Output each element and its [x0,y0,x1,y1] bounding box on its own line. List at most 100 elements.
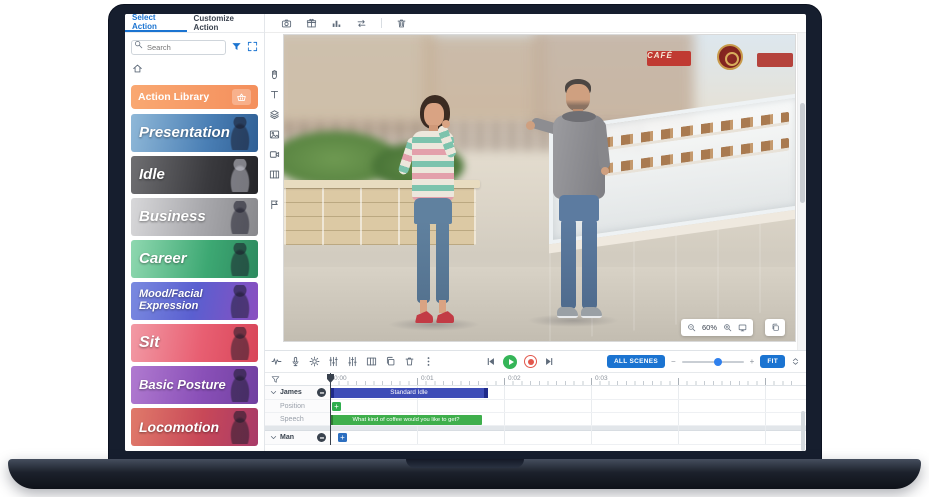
skip-start-icon[interactable] [485,356,496,367]
record-button[interactable] [524,355,537,368]
category-locomotion[interactable]: Locomotion [131,408,258,446]
timeline-zoom-slider[interactable] [682,361,744,363]
category-list: Presentation Idle Business Career Mood/F… [125,114,264,446]
sun-icon[interactable] [309,356,320,367]
slider-thumb[interactable] [714,358,722,366]
track-header[interactable]: James [265,386,330,399]
hand-tool-icon[interactable] [269,69,280,80]
timeline-toolbar: ALL SCENES − + FIT [265,351,806,373]
sliders-alt-icon[interactable] [347,356,358,367]
tab-customize-action[interactable]: Customize Action [187,14,264,32]
fit-button[interactable]: FIT [760,355,785,368]
camera-icon[interactable] [281,18,292,29]
trash-icon[interactable] [404,356,415,367]
character-man[interactable] [539,79,619,323]
fit-screen-icon[interactable] [738,323,747,332]
more-options-icon[interactable] [423,356,434,367]
category-sit[interactable]: Sit [131,324,258,362]
category-business[interactable]: Business [131,198,258,236]
category-idle[interactable]: Idle [131,156,258,194]
chart-icon[interactable] [331,18,342,29]
panel-tabs: Select Action Customize Action [125,14,264,33]
cafe-banner-sign [757,53,793,67]
play-button[interactable] [503,355,517,369]
mic-icon[interactable] [290,356,301,367]
category-basic-posture[interactable]: Basic Posture [131,366,258,404]
search-box [131,37,226,55]
zoom-out-icon[interactable] [687,323,696,332]
add-action-button[interactable]: + [338,433,347,442]
flag-icon[interactable] [269,199,280,210]
timeline-scrollbar[interactable] [801,411,805,451]
skip-end-icon[interactable] [544,356,555,367]
track-name: Man [280,434,294,441]
zoom-in-icon[interactable] [723,323,732,332]
image-icon[interactable] [269,129,280,140]
figure-part [424,103,444,127]
ruler-major-ticks [330,378,798,385]
scrollbar-thumb[interactable] [800,103,805,203]
track-name: James [280,389,302,396]
waveform-icon[interactable] [271,356,282,367]
swap-icon[interactable] [356,18,367,29]
tool-rail [265,33,283,350]
gift-icon[interactable] [306,18,317,29]
action-library-header[interactable]: Action Library [131,85,258,109]
chevron-down-icon[interactable] [269,388,278,397]
figure-part [415,311,433,323]
panel-columns-icon[interactable] [269,169,280,180]
character-woman[interactable] [400,95,466,327]
visibility-toggle[interactable] [317,433,326,442]
zoom-minus[interactable]: − [671,357,676,366]
duplicate-view-button[interactable] [765,319,785,336]
zoom-plus[interactable]: + [750,357,755,366]
category-career[interactable]: Career [131,240,258,278]
sliders-icon[interactable] [328,356,339,367]
playhead[interactable] [330,373,331,445]
category-presentation[interactable]: Presentation [131,114,258,152]
expand-icon[interactable] [247,41,258,52]
scene-canvas[interactable]: CAFÉ [283,34,796,342]
filter-icon[interactable] [231,41,242,52]
figure-part [417,221,430,303]
figure-part [436,221,449,303]
layers-icon[interactable] [269,109,280,120]
track-lane[interactable]: + [330,400,806,412]
figure-part [582,219,597,309]
all-scenes-button[interactable]: ALL SCENES [607,355,665,368]
track-header[interactable]: Man [265,431,330,444]
search-icon [134,40,143,49]
track-lane[interactable]: Standard Idle [330,386,806,399]
duplicate-icon [771,323,780,332]
figure-part [561,219,576,309]
collapse-expand-icon[interactable] [791,357,800,366]
search-input[interactable] [131,40,226,55]
basket-icon[interactable] [232,89,251,105]
category-mood-facial-expression[interactable]: Mood/Facial Expression [131,282,258,320]
playback-controls [485,355,555,369]
category-label: Presentation [139,125,230,141]
trash-icon[interactable] [396,18,407,29]
track-lane[interactable]: What kind of coffee would you like to ge… [330,413,806,425]
figure-part [557,307,578,318]
copy-icon[interactable] [385,356,396,367]
tab-select-action[interactable]: Select Action [125,14,187,32]
text-tool-icon[interactable] [269,89,280,100]
timeline-ruler[interactable]: 0:00 0:01 0:02 0:03 [265,373,806,386]
track-header[interactable]: Position [265,400,330,412]
track-header[interactable]: Speech [265,413,330,425]
add-position-keyframe-button[interactable]: + [332,402,341,411]
home-icon[interactable] [132,63,143,74]
speech-clip[interactable]: What kind of coffee would you like to ge… [330,415,482,425]
columns-icon[interactable] [366,356,377,367]
track-filter-icon[interactable] [271,375,280,384]
track-lane[interactable]: + [330,431,806,444]
action-panel: Select Action Customize Action [125,14,265,451]
track-man: Man + [265,431,806,445]
video-icon[interactable] [269,149,280,160]
action-clip[interactable]: Standard Idle [330,388,488,398]
chevron-down-icon[interactable] [269,433,278,442]
canvas-scrollbar[interactable] [797,33,806,350]
visibility-toggle[interactable] [317,388,326,397]
canvas-toolbar [265,14,806,33]
